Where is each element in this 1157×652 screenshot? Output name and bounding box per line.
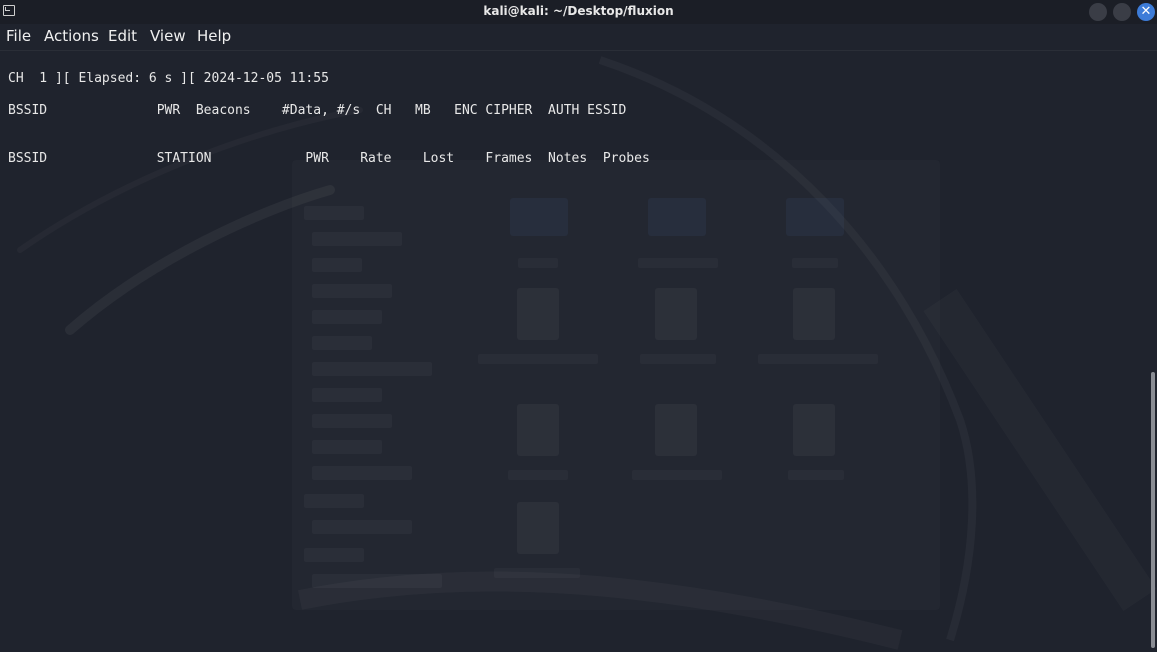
window-titlebar[interactable]: kali@kali: ~/Desktop/fluxion ✕: [0, 0, 1157, 24]
close-icon[interactable]: ✕: [1137, 3, 1155, 21]
dragon-wallpaper-icon: [65, 56, 977, 642]
menu-divider: [0, 50, 1157, 51]
menu-file[interactable]: File: [6, 27, 31, 45]
ghost-file-manager: [292, 160, 940, 610]
window-title: kali@kali: ~/Desktop/fluxion: [483, 4, 674, 18]
status-line: CH 1 ][ Elapsed: 6 s ][ 2024-12-05 11:55: [8, 71, 329, 86]
scrollbar-thumb[interactable]: [1151, 372, 1155, 648]
ap-header-line: BSSID PWR Beacons #Data, #/s CH MB ENC C…: [8, 103, 627, 118]
maximize-icon[interactable]: [1113, 3, 1131, 21]
menu-help[interactable]: Help: [197, 27, 231, 45]
menu-actions[interactable]: Actions: [44, 27, 99, 45]
station-header-line: BSSID STATION PWR Rate Lost Frames Notes…: [8, 151, 650, 166]
minimize-icon[interactable]: [1089, 3, 1107, 21]
menu-edit[interactable]: Edit: [108, 27, 137, 45]
desktop-background: [0, 0, 1157, 652]
menu-view[interactable]: View: [150, 27, 186, 45]
